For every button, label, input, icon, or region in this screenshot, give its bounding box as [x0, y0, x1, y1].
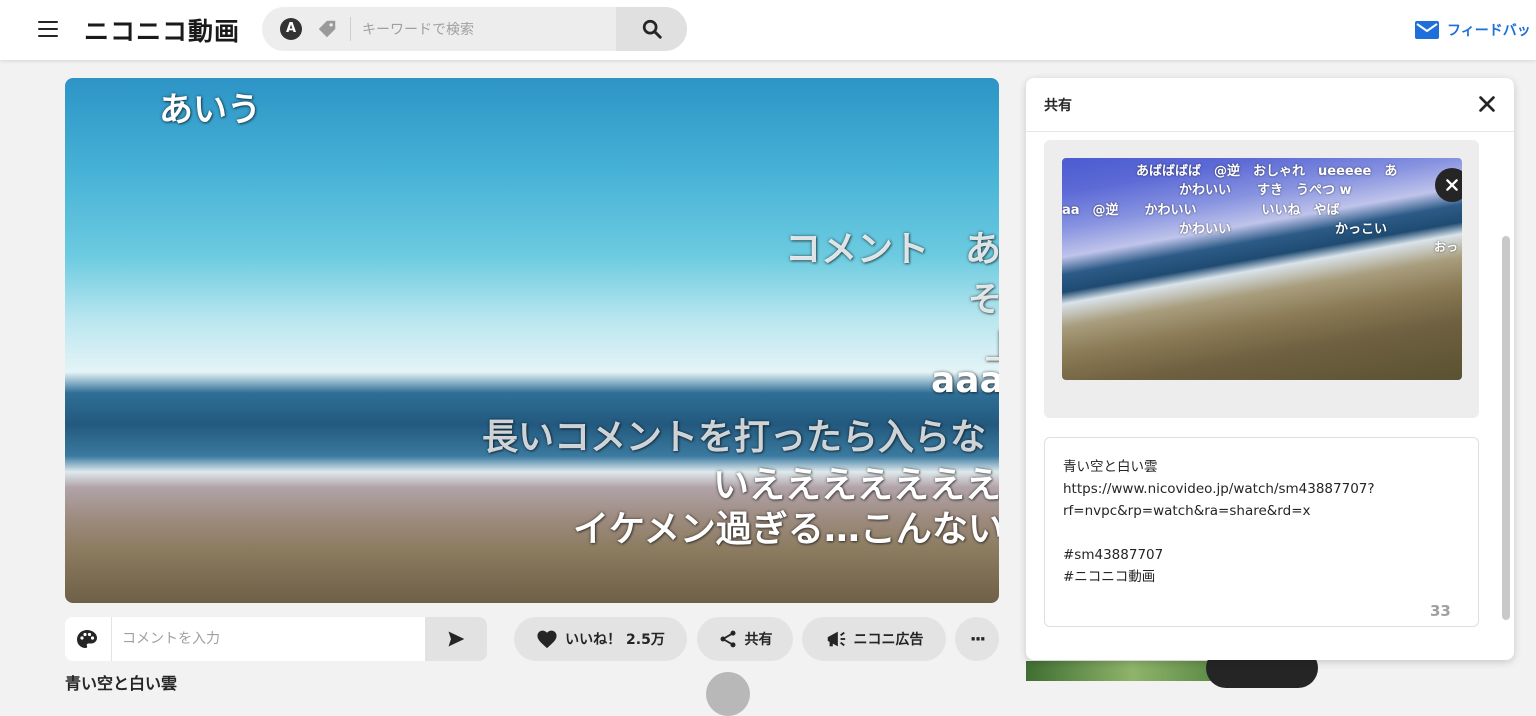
danmaku-comment: イケメン過ぎる…こんない: [573, 509, 999, 550]
share-button[interactable]: 共有: [697, 617, 793, 661]
video-player[interactable]: あいう コメント あ そ 上 aaa 長いコメントを打ったら入らな いえええええ…: [65, 78, 999, 603]
mail-icon: [1415, 21, 1439, 39]
tag-icon[interactable]: [316, 18, 338, 40]
char-count: 33: [1430, 602, 1451, 620]
palette-icon[interactable]: [75, 628, 99, 652]
search-bar: A: [262, 7, 687, 51]
search-input[interactable]: [360, 13, 614, 47]
danmaku-comment: あいう: [159, 90, 261, 130]
preview-comment: かわいい かっこい: [1179, 222, 1388, 237]
share-preview-image: あばばばば @逆 おしゃれ ueeeee あ かわいい すき うぺつ w aa …: [1062, 158, 1462, 380]
search-mode-keyword-icon[interactable]: A: [280, 18, 302, 40]
search-button[interactable]: [616, 7, 687, 51]
hamburger-menu-icon[interactable]: [38, 21, 58, 37]
close-icon[interactable]: [1476, 93, 1498, 115]
more-options-icon: ···: [969, 628, 986, 650]
search-divider: [350, 17, 351, 41]
heart-icon: [537, 630, 557, 649]
preview-comment: かわいい すき うぺつ w: [1179, 183, 1352, 198]
send-icon: [448, 631, 465, 647]
nicoad-button[interactable]: ニコニ広告: [802, 617, 946, 661]
share-icon: [720, 630, 735, 648]
scrollbar-thumb[interactable]: [1502, 236, 1510, 620]
share-label: 共有: [744, 632, 773, 648]
close-icon: [1446, 179, 1458, 191]
feedback-label: フィードバッ: [1447, 23, 1531, 39]
preview-comment: あばばばば @逆 おしゃれ ueeeee あ: [1136, 164, 1398, 179]
comment-bar: [65, 617, 487, 661]
video-title: 青い空と白い雲: [65, 674, 178, 693]
remove-preview-button[interactable]: [1435, 168, 1462, 202]
search-icon: [642, 19, 662, 39]
share-modal-title: 共有: [1044, 98, 1072, 114]
danmaku-comment: aaa: [931, 360, 999, 401]
danmaku-comment: 長いコメントを打ったら入らな: [482, 417, 987, 458]
feedback-link[interactable]: フィードバッ: [1415, 18, 1531, 42]
comment-input[interactable]: [111, 617, 423, 661]
danmaku-comment: コメント あ: [785, 229, 999, 270]
site-header: ニコニコ動画 A フィードバッ: [0, 0, 1536, 60]
megaphone-icon: [827, 631, 845, 647]
share-modal-divider: [1026, 131, 1514, 132]
uploader-avatar[interactable]: [706, 672, 750, 716]
site-logo[interactable]: ニコニコ動画: [84, 12, 240, 48]
danmaku-comment: そ: [968, 280, 999, 320]
preview-comment: aa @逆 かわいい いいね やば: [1062, 203, 1340, 218]
more-options-button[interactable]: ···: [955, 617, 999, 661]
share-preview-box: あばばばば @逆 おしゃれ ueeeee あ かわいい すき うぺつ w aa …: [1044, 140, 1479, 418]
like-label: いいね！ 2.5万: [565, 632, 665, 648]
like-button[interactable]: いいね！ 2.5万: [514, 617, 687, 661]
send-comment-button[interactable]: [425, 617, 487, 661]
share-text-field[interactable]: 青い空と白い雲 https://www.nicovideo.jp/watch/s…: [1044, 437, 1479, 627]
nicoad-label: ニコニ広告: [853, 632, 924, 648]
share-modal: 共有 あばばばば @逆 おしゃれ ueeeee あ かわいい すき うぺつ w …: [1026, 78, 1514, 660]
preview-comment: おっ: [1434, 240, 1459, 254]
